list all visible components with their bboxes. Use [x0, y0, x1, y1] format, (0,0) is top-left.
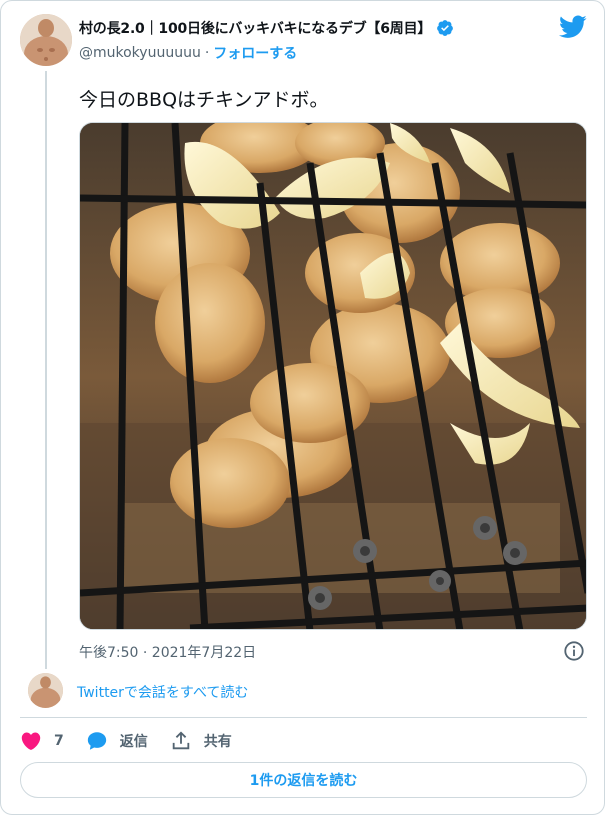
follow-button[interactable]: フォローする [213, 43, 297, 63]
reply-label: 返信 [119, 734, 148, 750]
share-icon [172, 731, 189, 750]
separator-dot: · [204, 45, 210, 61]
share-label: 共有 [203, 734, 232, 750]
divider [20, 717, 587, 718]
like-count: 7 [54, 733, 64, 749]
tweet-timestamp[interactable]: 午後7:50 · 2021年7月22日 [79, 642, 256, 662]
reply-bubble-icon [87, 732, 106, 750]
like-button[interactable]: 7 [20, 730, 64, 752]
reply-button[interactable]: 返信 [86, 730, 148, 752]
read-replies-button[interactable]: 1件の返信を読む [20, 762, 587, 798]
twitter-bird-icon[interactable] [559, 15, 587, 39]
action-bar: 7 返信 共有 [20, 728, 254, 754]
tweet-card: 村の長2.0｜100日後にバッキバキになるデブ【6周目】 @mukokyuuuu… [0, 0, 605, 815]
info-icon[interactable] [563, 640, 585, 662]
author-avatar[interactable] [20, 14, 72, 66]
heart-icon [21, 732, 41, 750]
tweet-photo[interactable] [79, 122, 587, 630]
thread-line [45, 71, 47, 669]
read-conversation-link[interactable]: Twitterで会話をすべて読む [77, 682, 248, 702]
author-name-row[interactable]: 村の長2.0｜100日後にバッキバキになるデブ【6周目】 [79, 17, 454, 39]
verified-badge-icon [437, 20, 454, 36]
thread-avatar[interactable] [28, 673, 63, 708]
author-handle[interactable]: @mukokyuuuuuu [79, 45, 201, 61]
bbq-photo-illustration [80, 123, 586, 629]
author-display-name[interactable]: 村の長2.0｜100日後にバッキバキになるデブ【6周目】 [79, 18, 431, 38]
tweet-text: 今日のBBQはチキンアドボ。 [79, 89, 329, 111]
author-handle-row: @mukokyuuuuuu · フォローする [79, 43, 297, 63]
share-button[interactable]: 共有 [170, 730, 232, 752]
